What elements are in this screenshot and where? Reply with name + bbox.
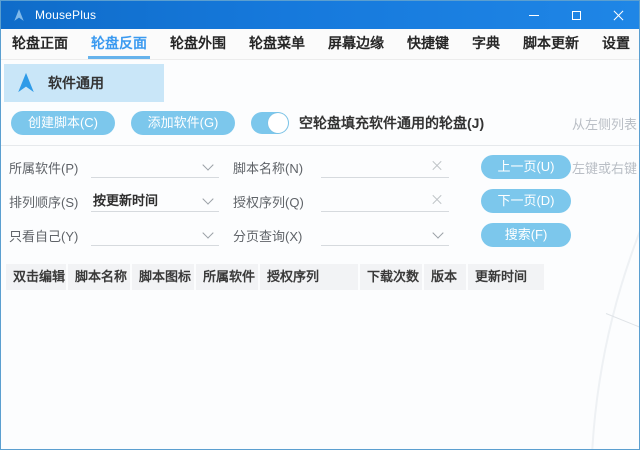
page-query-select[interactable] bbox=[321, 224, 449, 246]
chevron-down-icon bbox=[202, 227, 213, 238]
mouse-hint-text: 左键或右键 bbox=[572, 158, 637, 177]
close-icon bbox=[613, 10, 624, 21]
script-table-header: 双击编辑 脚本名称 脚本图标 所属软件 授权序列 下载次数 版本 更新时间 bbox=[6, 264, 639, 290]
tab-wheel-outer[interactable]: 轮盘外围 bbox=[167, 29, 229, 59]
script-name-label: 脚本名称(N) bbox=[233, 158, 321, 177]
minimize-button[interactable] bbox=[513, 1, 555, 29]
maximize-button[interactable] bbox=[555, 1, 597, 29]
column-script-name[interactable]: 脚本名称 bbox=[68, 264, 130, 290]
script-name-input[interactable] bbox=[321, 156, 449, 178]
license-serial-label: 授权序列(Q) bbox=[233, 192, 321, 211]
toolbar-divider bbox=[1, 145, 639, 146]
clear-icon[interactable] bbox=[431, 194, 443, 206]
toolbar: 创建脚本(C) 添加软件(G) 空轮盘填充软件通用的轮盘(J) 从左侧列表 bbox=[11, 110, 629, 136]
column-license-serial[interactable]: 授权序列 bbox=[260, 264, 358, 290]
right-hint-text: 从左侧列表 bbox=[572, 114, 637, 133]
clear-icon[interactable] bbox=[431, 160, 443, 172]
chevron-down-icon bbox=[202, 159, 213, 170]
close-button[interactable] bbox=[597, 1, 639, 29]
minimize-icon bbox=[529, 15, 539, 16]
sort-order-select[interactable]: 按更新时间 bbox=[91, 190, 219, 212]
tab-hotkeys[interactable]: 快捷键 bbox=[404, 29, 452, 59]
tab-wheel-menu[interactable]: 轮盘菜单 bbox=[246, 29, 308, 59]
wheel-preview-spoke bbox=[606, 313, 640, 329]
section-tab-software-common[interactable]: 软件通用 bbox=[4, 64, 164, 102]
license-serial-input[interactable] bbox=[321, 190, 449, 212]
search-button[interactable]: 搜索(F) bbox=[481, 223, 571, 247]
column-download-count[interactable]: 下载次数 bbox=[360, 264, 422, 290]
only-mine-select[interactable] bbox=[91, 224, 219, 246]
column-script-icon[interactable]: 脚本图标 bbox=[132, 264, 194, 290]
app-logo-icon bbox=[12, 8, 26, 22]
maximize-icon bbox=[572, 11, 581, 20]
toggle-label: 空轮盘填充软件通用的轮盘(J) bbox=[299, 113, 484, 133]
toggle-knob bbox=[268, 113, 288, 133]
fill-empty-wheel-toggle[interactable] bbox=[251, 112, 289, 134]
tab-settings[interactable]: 设置 bbox=[599, 29, 633, 59]
navigation-arrow-icon bbox=[15, 72, 37, 94]
column-version[interactable]: 版本 bbox=[424, 264, 466, 290]
tab-wheel-back[interactable]: 轮盘反面 bbox=[88, 29, 150, 59]
tab-dictionary[interactable]: 字典 bbox=[469, 29, 503, 59]
page-query-label: 分页查询(X) bbox=[233, 226, 321, 245]
title-bar: MousePlus bbox=[1, 1, 639, 29]
window-title: MousePlus bbox=[35, 8, 96, 22]
search-form: 所属软件(P) 脚本名称(N) 上一页(U) 左键或右键 排列顺序(S) 按更新… bbox=[9, 150, 629, 252]
column-update-time[interactable]: 更新时间 bbox=[468, 264, 544, 290]
chevron-down-icon bbox=[432, 227, 443, 238]
create-script-button[interactable]: 创建脚本(C) bbox=[11, 111, 115, 135]
mouseplus-window: MousePlus 轮盘正面 轮盘反面 轮盘外围 轮盘菜单 屏幕边缘 快捷键 字… bbox=[0, 0, 640, 450]
tab-wheel-front[interactable]: 轮盘正面 bbox=[9, 29, 71, 59]
sort-order-label: 排列顺序(S) bbox=[9, 192, 91, 211]
form-row-3: 只看自己(Y) 分页查询(X) 搜索(F) bbox=[9, 218, 629, 252]
window-controls bbox=[513, 1, 639, 29]
column-double-click-edit[interactable]: 双击编辑 bbox=[6, 264, 66, 290]
column-owner-software[interactable]: 所属软件 bbox=[196, 264, 258, 290]
owner-software-label: 所属软件(P) bbox=[9, 158, 91, 177]
next-page-button[interactable]: 下一页(D) bbox=[481, 189, 571, 213]
main-tab-bar: 轮盘正面 轮盘反面 轮盘外围 轮盘菜单 屏幕边缘 快捷键 字典 脚本更新 设置 bbox=[1, 29, 639, 60]
tab-screen-edge[interactable]: 屏幕边缘 bbox=[325, 29, 387, 59]
previous-page-button[interactable]: 上一页(U) bbox=[481, 155, 571, 179]
only-mine-label: 只看自己(Y) bbox=[9, 226, 91, 245]
tab-script-update[interactable]: 脚本更新 bbox=[520, 29, 582, 59]
section-tab-label: 软件通用 bbox=[48, 73, 104, 93]
form-row-1: 所属软件(P) 脚本名称(N) 上一页(U) 左键或右键 bbox=[9, 150, 629, 184]
add-software-button[interactable]: 添加软件(G) bbox=[131, 111, 235, 135]
owner-software-select[interactable] bbox=[91, 156, 219, 178]
form-row-2: 排列顺序(S) 按更新时间 授权序列(Q) 下一页(D) bbox=[9, 184, 629, 218]
